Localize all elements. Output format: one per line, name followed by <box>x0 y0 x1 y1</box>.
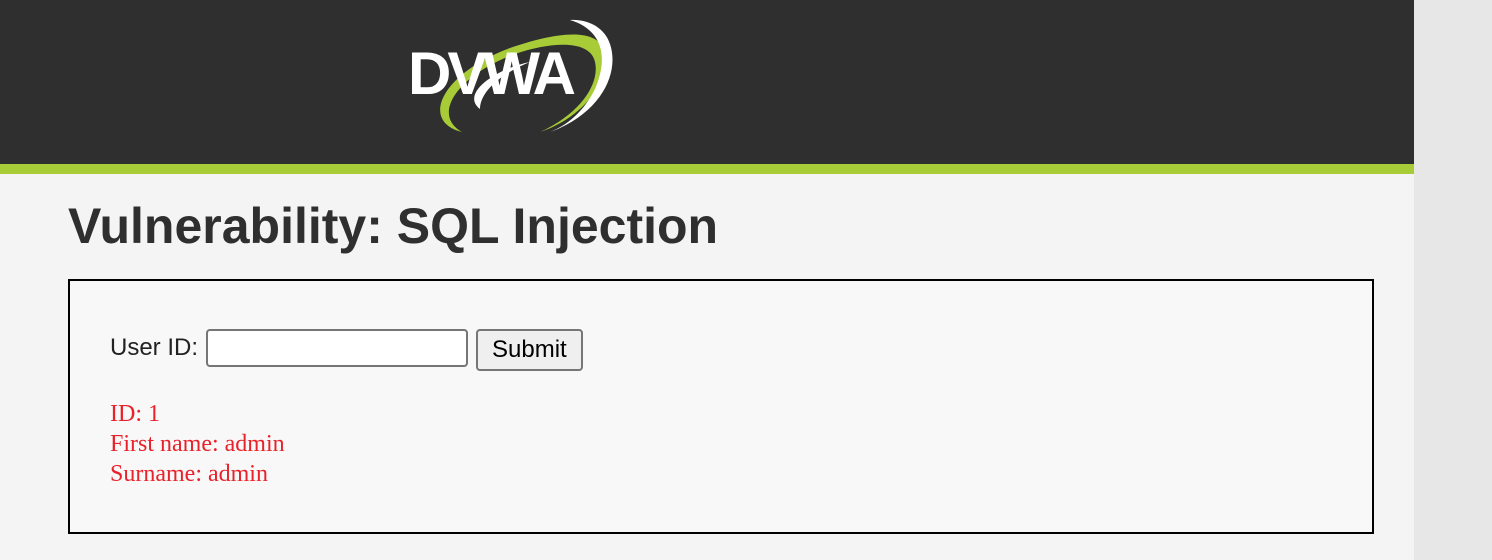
sqli-panel: User ID: Submit ID: 1 First name: admin … <box>68 279 1374 534</box>
dvwa-logo[interactable]: DVWA <box>400 14 630 144</box>
submit-button[interactable]: Submit <box>476 329 583 371</box>
page-title: Vulnerability: SQL Injection <box>68 198 719 254</box>
page: DVWA Vulnerability: SQL Injection User I… <box>0 0 1414 560</box>
logo-text: DVWA <box>408 40 576 107</box>
header: DVWA <box>0 0 1414 164</box>
user-id-form: User ID: Submit <box>110 327 583 371</box>
result-surname: Surname: admin <box>110 461 268 487</box>
user-id-input[interactable] <box>206 329 469 367</box>
query-result: ID: 1 First name: admin Surname: admin <box>110 399 285 489</box>
user-id-label: User ID: <box>110 334 199 361</box>
header-accent-stripe <box>0 164 1414 174</box>
result-id: ID: 1 <box>110 401 160 427</box>
result-first-name: First name: admin <box>110 431 285 457</box>
